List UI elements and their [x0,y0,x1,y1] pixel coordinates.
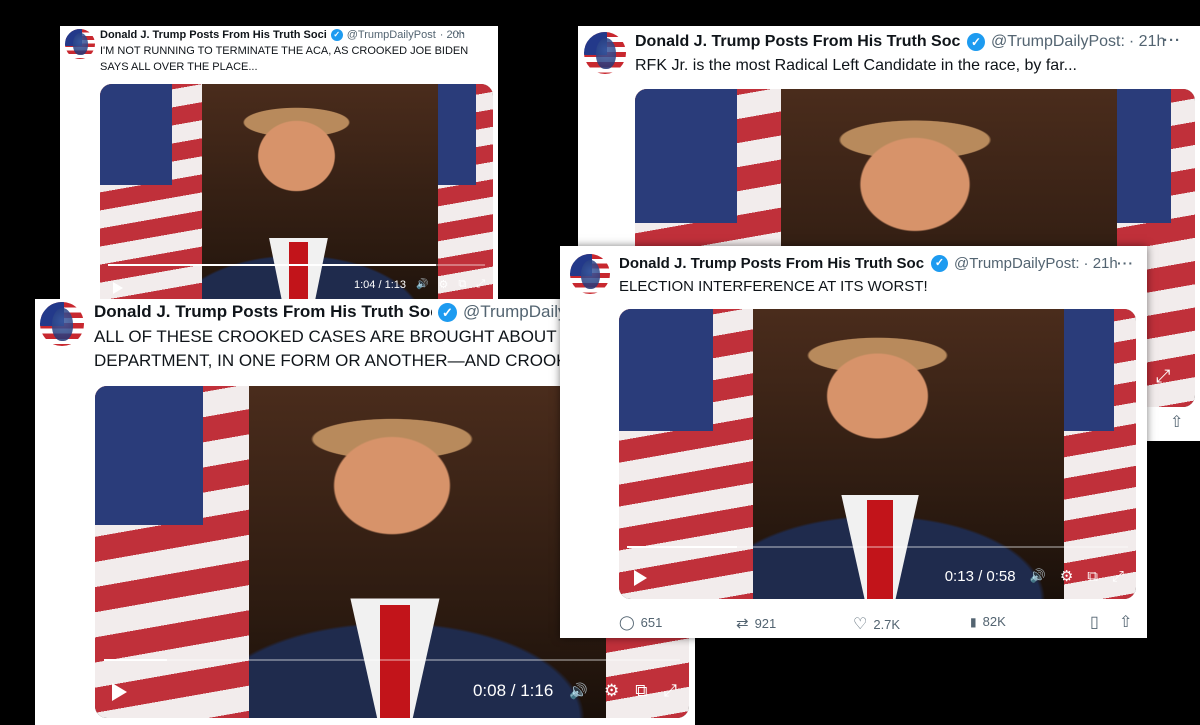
video-controls: 0:13 / 0:58 🔊 ⚙ ⧉ ⤢ [944,567,1124,586]
author-handle[interactable]: @TrumpDailyPost: [991,33,1125,51]
avatar[interactable] [65,29,95,59]
avatar[interactable] [570,254,610,294]
video-timestamp: 0:08 / 1:16 [472,681,554,700]
more-options-icon[interactable]: ··· [1163,32,1181,49]
reply-button[interactable]: ◯ 651 [619,614,662,631]
views-button[interactable]: ▮ 82K [970,614,1006,629]
post-text-line-2: SAYS ALL OVER THE PLACE... [100,61,258,73]
verified-icon: ✓ [967,33,985,51]
reply-count: 651 [640,615,663,630]
fullscreen-icon[interactable]: ⤢ [663,681,677,701]
author-handle[interactable]: @TrumpDailyPost: [954,255,1080,272]
views-icon: ▮ [970,614,977,629]
post-text-line-1: ALL OF THESE CROOKED CASES ARE BROUGHT A… [94,327,584,346]
repost-icon: ⇄ [736,615,749,632]
more-options-icon[interactable]: ··· [452,28,466,40]
author-name[interactable]: Donald J. Trump Posts From His Truth Soc… [619,255,925,272]
video-progress-bar[interactable] [104,659,680,661]
reply-icon: ◯ [619,614,635,630]
post-text-line-2: DEPARTMENT, IN ONE FORM OR ANOTHER—AND C… [94,351,579,370]
post-text-line-1: RFK Jr. is the most Radical Left Candida… [635,57,1077,74]
post-header: Donald J. Trump Posts From His Truth Soc… [619,255,1118,272]
post-time[interactable]: · 21h [1129,33,1165,51]
fullscreen-icon[interactable]: ⤢ [1112,568,1124,585]
more-options-icon[interactable]: ··· [1117,255,1134,271]
video-player[interactable]: 1:04 / 1:13 🔊 ⚙ ⧉ ⤢ [100,84,493,306]
author-name[interactable]: Donald J. Trump Posts From His Truth Soc [94,302,432,322]
video-progress-bar[interactable] [108,264,485,266]
author-name[interactable]: Donald J. Trump Posts From His Truth Soc… [100,29,327,41]
post-header: Donald J. Trump Posts From His Truth Soc… [635,33,1165,51]
like-count: 2.7K [873,616,901,632]
share-icon[interactable]: ⇧ [1170,412,1183,432]
video-controls: 0:08 / 1:16 🔊 ⚙ ⧉ ⤢ [473,681,677,701]
like-button[interactable]: ♡ 2.7K [853,614,900,634]
video-controls: 1:04 / 1:13 🔊 ⚙ ⧉ ⤢ [354,278,485,291]
video-progress-bar[interactable] [627,546,1128,548]
post-header: Donald J. Trump Posts From His Truth Soc… [94,302,567,322]
video-timestamp: 0:13 / 0:58 [944,567,1016,585]
post-card-aca[interactable]: Donald J. Trump Posts From His Truth Soc… [60,26,498,306]
post-card-election-interference[interactable]: Donald J. Trump Posts From His Truth Soc… [560,246,1147,638]
picture-in-picture-icon[interactable]: ⧉ [635,681,647,701]
like-icon: ♡ [853,616,868,633]
avatar[interactable] [584,32,626,74]
video-progress-fill [104,659,168,661]
picture-in-picture-icon[interactable]: ⧉ [458,278,466,291]
play-icon[interactable] [113,282,123,294]
video-timestamp: 1:04 / 1:13 [354,278,406,291]
author-handle[interactable]: @TrumpDaily [463,302,567,322]
settings-icon[interactable]: ⚙ [438,278,448,291]
view-count: 82K [982,614,1006,629]
author-handle[interactable]: @TrumpDailyPost [347,29,436,41]
fullscreen-icon[interactable]: ⤢ [476,278,485,291]
volume-icon[interactable]: 🔊 [416,279,428,290]
volume-icon[interactable]: 🔊 [569,682,588,700]
post-text-line-1: I'M NOT RUNNING TO TERMINATE THE ACA, AS… [100,45,469,57]
share-icon[interactable]: ⇧ [1119,612,1132,632]
play-icon[interactable] [634,570,647,586]
verified-icon: ✓ [438,302,457,322]
verified-icon: ✓ [330,29,343,41]
video-progress-fill [108,264,436,266]
avatar[interactable] [40,302,84,346]
post-text-line-1: ELECTION INTERFERENCE AT ITS WORST! [619,278,928,295]
verified-icon: ✓ [931,255,948,272]
volume-icon[interactable]: 🔊 [1030,568,1046,584]
fullscreen-icon[interactable]: ⤢ [1156,366,1170,387]
settings-icon[interactable]: ⚙ [604,681,619,701]
repost-count: 921 [754,615,777,631]
repost-button[interactable]: ⇄ 921 [736,614,776,632]
play-icon[interactable] [112,683,127,701]
video-progress-fill [627,546,738,548]
post-time[interactable]: · 21h [1084,255,1118,272]
post-header: Donald J. Trump Posts From His Truth Soc… [100,29,465,41]
settings-icon[interactable]: ⚙ [1060,567,1073,585]
picture-in-picture-icon[interactable]: ⧉ [1087,568,1098,585]
video-player[interactable]: 0:13 / 0:58 🔊 ⚙ ⧉ ⤢ [619,309,1136,599]
bookmark-icon[interactable]: ▯ [1090,612,1099,632]
author-name[interactable]: Donald J. Trump Posts From His Truth Soc… [635,33,961,51]
